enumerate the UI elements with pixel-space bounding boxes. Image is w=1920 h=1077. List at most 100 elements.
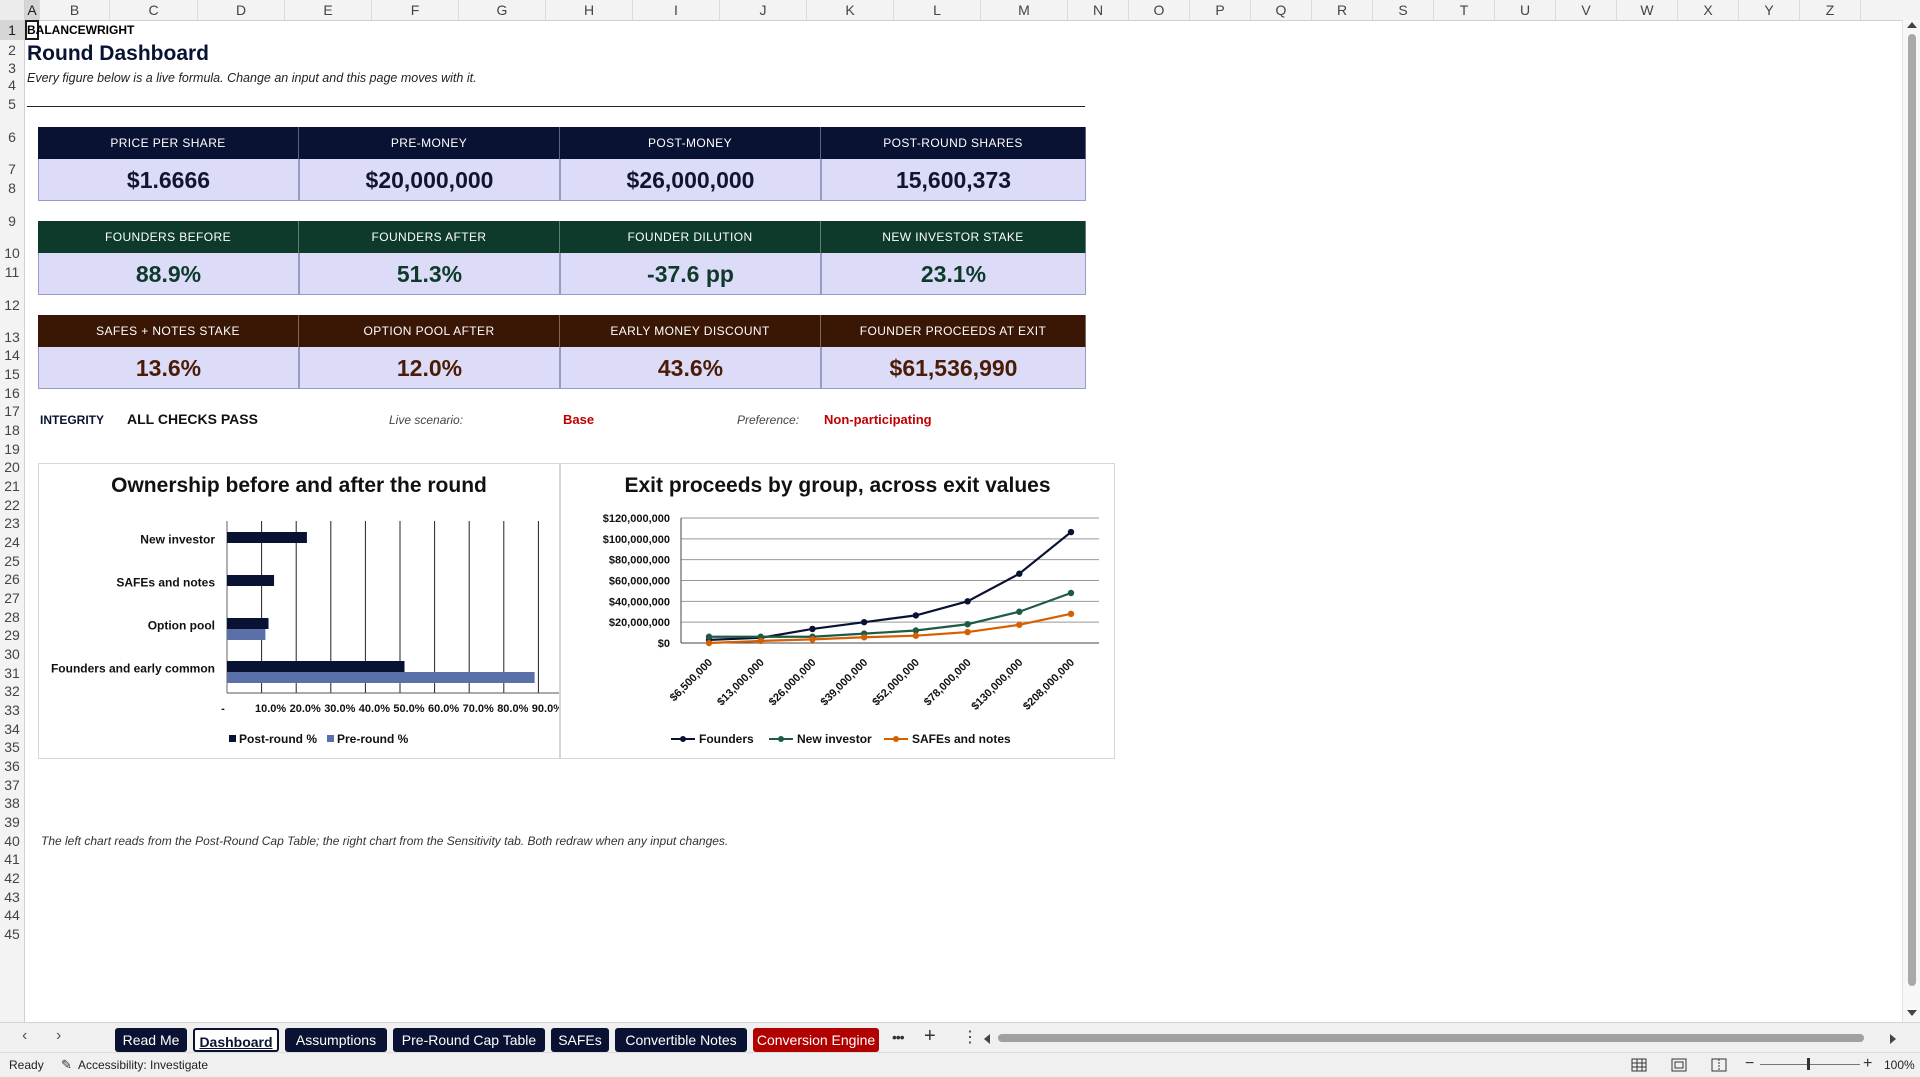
row-header-36[interactable]: 36 bbox=[0, 756, 24, 776]
row-header-20[interactable]: 20 bbox=[0, 458, 24, 476]
column-header-f[interactable]: F bbox=[372, 0, 459, 20]
column-header-z[interactable]: Z bbox=[1800, 0, 1861, 20]
column-header-w[interactable]: W bbox=[1617, 0, 1678, 20]
row-header-23[interactable]: 23 bbox=[0, 514, 24, 532]
row-header-22[interactable]: 22 bbox=[0, 496, 24, 514]
row-header-19[interactable]: 19 bbox=[0, 440, 24, 458]
row-header-40[interactable]: 40 bbox=[0, 832, 24, 850]
zoom-level[interactable]: 100% bbox=[1884, 1058, 1915, 1072]
row-header-12[interactable]: 12 bbox=[0, 282, 24, 314]
column-header-y[interactable]: Y bbox=[1739, 0, 1800, 20]
row-header-6[interactable]: 6 bbox=[0, 114, 24, 146]
kpi-value[interactable]: 13.6% bbox=[38, 347, 299, 389]
row-header-30[interactable]: 30 bbox=[0, 644, 24, 664]
page-layout-view-icon[interactable] bbox=[1671, 1058, 1687, 1072]
row-header-29[interactable]: 29 bbox=[0, 626, 24, 644]
sheet-tab-dashboard[interactable]: Dashboard bbox=[193, 1028, 279, 1052]
row-header-32[interactable]: 32 bbox=[0, 682, 24, 700]
column-header-l[interactable]: L bbox=[894, 0, 981, 20]
kpi-value[interactable]: 43.6% bbox=[560, 347, 821, 389]
column-header-o[interactable]: O bbox=[1129, 0, 1190, 20]
select-all-corner[interactable] bbox=[0, 0, 25, 20]
row-header-37[interactable]: 37 bbox=[0, 776, 24, 794]
row-header-34[interactable]: 34 bbox=[0, 720, 24, 738]
column-header-a[interactable]: A bbox=[25, 0, 40, 20]
prev-sheet-icon[interactable]: ‹ bbox=[22, 1027, 27, 1045]
row-header-18[interactable]: 18 bbox=[0, 420, 24, 440]
row-header-44[interactable]: 44 bbox=[0, 906, 24, 924]
scroll-down-arrow-icon[interactable] bbox=[1907, 1010, 1917, 1016]
vertical-scrollbar[interactable] bbox=[1902, 20, 1920, 1022]
sheet-tab-safes[interactable]: SAFEs bbox=[551, 1028, 609, 1052]
row-header-8[interactable]: 8 bbox=[0, 178, 24, 198]
accessibility-status[interactable]: Accessibility: Investigate bbox=[78, 1058, 208, 1072]
zoom-slider-thumb[interactable] bbox=[1807, 1058, 1810, 1070]
column-header-u[interactable]: U bbox=[1495, 0, 1556, 20]
column-header-v[interactable]: V bbox=[1556, 0, 1617, 20]
row-header-35[interactable]: 35 bbox=[0, 738, 24, 756]
row-header-39[interactable]: 39 bbox=[0, 812, 24, 832]
column-header-d[interactable]: D bbox=[198, 0, 285, 20]
zoom-slider[interactable] bbox=[1760, 1064, 1860, 1065]
column-header-c[interactable]: C bbox=[110, 0, 198, 20]
zoom-in-icon[interactable]: + bbox=[1863, 1055, 1872, 1073]
row-header-43[interactable]: 43 bbox=[0, 888, 24, 906]
normal-view-icon[interactable] bbox=[1631, 1058, 1647, 1072]
column-header-h[interactable]: H bbox=[546, 0, 633, 20]
column-header-i[interactable]: I bbox=[633, 0, 720, 20]
row-header-38[interactable]: 38 bbox=[0, 794, 24, 812]
sheet-tab-assumptions[interactable]: Assumptions bbox=[285, 1028, 387, 1052]
hscroll-right-icon[interactable] bbox=[1890, 1034, 1896, 1044]
column-header-p[interactable]: P bbox=[1190, 0, 1251, 20]
row-header-3[interactable]: 3 bbox=[0, 60, 24, 77]
row-header-4[interactable]: 4 bbox=[0, 77, 24, 94]
row-header-10[interactable]: 10 bbox=[0, 230, 24, 262]
row-header-1[interactable]: 1 bbox=[0, 20, 24, 40]
column-header-r[interactable]: R bbox=[1312, 0, 1373, 20]
row-header-24[interactable]: 24 bbox=[0, 532, 24, 552]
row-header-31[interactable]: 31 bbox=[0, 664, 24, 682]
row-header-16[interactable]: 16 bbox=[0, 384, 24, 402]
row-header-25[interactable]: 25 bbox=[0, 552, 24, 570]
page-break-view-icon[interactable] bbox=[1711, 1058, 1727, 1072]
column-header-e[interactable]: E bbox=[285, 0, 372, 20]
row-header-13[interactable]: 13 bbox=[0, 314, 24, 346]
sheet-options-icon[interactable]: ⋮ bbox=[962, 1027, 978, 1047]
hscroll-left-icon[interactable] bbox=[984, 1034, 990, 1044]
column-header-g[interactable]: G bbox=[459, 0, 546, 20]
row-header-2[interactable]: 2 bbox=[0, 40, 24, 60]
column-header-s[interactable]: S bbox=[1373, 0, 1434, 20]
scroll-up-arrow-icon[interactable] bbox=[1907, 22, 1917, 28]
zoom-out-icon[interactable]: − bbox=[1745, 1055, 1754, 1073]
row-header-5[interactable]: 5 bbox=[0, 94, 24, 114]
vertical-scroll-thumb[interactable] bbox=[1908, 34, 1916, 986]
column-header-k[interactable]: K bbox=[807, 0, 894, 20]
sheet-grid[interactable]: BALANCEWRIGHT Round Dashboard Every figu… bbox=[25, 20, 1902, 1022]
row-header-15[interactable]: 15 bbox=[0, 364, 24, 384]
kpi-value[interactable]: $1.6666 bbox=[38, 159, 299, 201]
next-sheet-icon[interactable]: › bbox=[56, 1027, 61, 1045]
column-header-q[interactable]: Q bbox=[1251, 0, 1312, 20]
horizontal-scroll-thumb[interactable] bbox=[998, 1034, 1864, 1042]
kpi-value[interactable]: $61,536,990 bbox=[821, 347, 1086, 389]
row-header-42[interactable]: 42 bbox=[0, 868, 24, 888]
column-header-m[interactable]: M bbox=[981, 0, 1068, 20]
row-header-45[interactable]: 45 bbox=[0, 924, 24, 944]
row-header-14[interactable]: 14 bbox=[0, 346, 24, 364]
kpi-value[interactable]: $26,000,000 bbox=[560, 159, 821, 201]
sheet-tab-convertible-notes[interactable]: Convertible Notes bbox=[615, 1028, 747, 1052]
row-header-41[interactable]: 41 bbox=[0, 850, 24, 868]
row-header-33[interactable]: 33 bbox=[0, 700, 24, 720]
row-header-9[interactable]: 9 bbox=[0, 198, 24, 230]
row-header-21[interactable]: 21 bbox=[0, 476, 24, 496]
column-header-x[interactable]: X bbox=[1678, 0, 1739, 20]
row-header-27[interactable]: 27 bbox=[0, 588, 24, 608]
exit-proceeds-chart[interactable]: Exit proceeds by group, across exit valu… bbox=[560, 463, 1115, 759]
column-header-b[interactable]: B bbox=[40, 0, 110, 20]
sheet-tab-pre-round-cap-table[interactable]: Pre-Round Cap Table bbox=[393, 1028, 545, 1052]
row-header-28[interactable]: 28 bbox=[0, 608, 24, 626]
column-header-t[interactable]: T bbox=[1434, 0, 1495, 20]
column-header-n[interactable]: N bbox=[1068, 0, 1129, 20]
kpi-value[interactable]: 88.9% bbox=[38, 253, 299, 295]
sheet-tab-conversion-engine[interactable]: Conversion Engine bbox=[753, 1028, 879, 1052]
